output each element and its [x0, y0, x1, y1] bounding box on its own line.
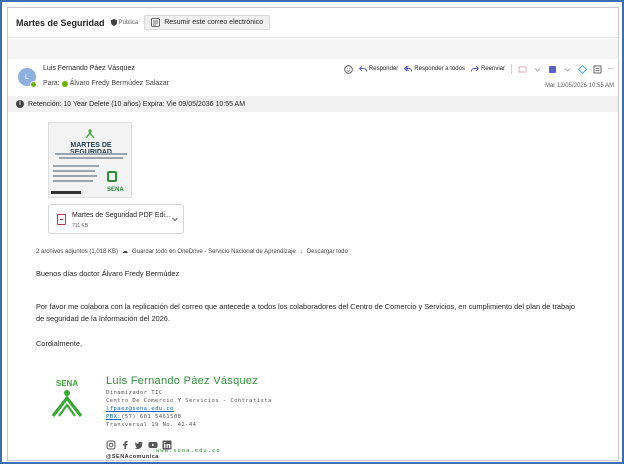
visibility-text: Pública [118, 19, 139, 26]
forward-icon [471, 65, 479, 72]
summary-icon [151, 18, 161, 27]
recipient-line: Para: Álvaro Fredy Bermúdez Salazar [43, 80, 169, 87]
shield-icon [110, 19, 117, 26]
attachment-card[interactable]: Martes de Seguridad PDF Edi... 711 KB [48, 204, 184, 234]
thumbnail-brand: SENA [107, 187, 124, 193]
attachment-size: 711 KB [72, 223, 89, 229]
signature-phone-line: PBX:(57) 601 5461500 [106, 414, 181, 420]
attachments-summary-bar: 2 archivos adjuntos (1,018 KB) ☁ Guardar… [36, 248, 348, 256]
signature-name: Luis Fernando Páez Vásquez [106, 375, 259, 387]
signature-website[interactable]: www.sena.edu.co [156, 448, 221, 454]
thumbnail-text-line [59, 157, 123, 159]
reply-label: Responder [368, 66, 399, 72]
reply-icon [358, 65, 367, 72]
forward-button[interactable]: Reenviar [471, 65, 505, 73]
summarize-button[interactable]: Resumir este correo electrónico [144, 15, 271, 30]
more-actions-button[interactable]: ··· [608, 66, 614, 72]
instagram-icon[interactable] [106, 440, 116, 450]
chevron-down-icon[interactable] [563, 65, 572, 74]
greeting: Buenos días doctor Álvaro Fredy Bermúdez [36, 269, 180, 278]
thumbnail-text-line [53, 165, 99, 167]
thumbnail-text-line [53, 170, 95, 172]
message-actions: Responder Responder a todos Reenviar ··· [344, 64, 614, 74]
to-prefix: Para: [43, 80, 60, 87]
signature-pbx-value: (57) 601 5461500 [121, 414, 182, 420]
toolbar-divider [511, 64, 512, 74]
reply-all-button[interactable]: Responder a todos [404, 65, 465, 73]
header-gap [8, 39, 618, 59]
sena-logo: SENA [51, 379, 83, 417]
reply-button[interactable]: Responder [358, 65, 399, 73]
email-reading-pane: Martes de Seguridad Pública Resumir este… [7, 7, 619, 461]
facebook-icon[interactable] [120, 440, 130, 450]
presence-indicator [30, 81, 37, 88]
reply-all-icon [404, 65, 413, 72]
signature-email-line: lfpaez@sena.edu.co [106, 406, 174, 412]
recipient-presence-icon [61, 80, 68, 87]
visibility-label: Pública [110, 19, 139, 26]
save-to-onedrive-link[interactable]: Guardar todo en OneDrive - Servicio Naci… [132, 249, 296, 255]
twitter-icon[interactable] [134, 440, 144, 450]
body-paragraph-line-1: Por favor me colabora con la replicación… [36, 302, 575, 311]
body-paragraph-line-2: de seguridad de la Información del 2026. [36, 314, 170, 323]
attachment-name: Martes de Seguridad PDF Edi... [72, 212, 171, 219]
cloud-icon: ☁ [122, 249, 129, 255]
closing: Cordialmente, [36, 339, 83, 348]
thumbnail-text-line [55, 153, 127, 155]
signature-email-link[interactable]: lfpaez@sena.edu.co [106, 406, 174, 412]
download-icon: ↓ [299, 248, 303, 255]
social-handle: @SENAcomunica [106, 454, 159, 460]
retention-text: Retención: 10 Year Delete (10 años) Expi… [28, 100, 246, 108]
sena-logo-text: SENA [56, 379, 78, 388]
teams-icon[interactable] [548, 65, 557, 74]
message-date: Mar 12/05/2026 10:55 AM [544, 83, 614, 89]
download-all-link[interactable]: Descargar todo [307, 249, 348, 255]
lock-icon [107, 171, 117, 182]
forward-label: Reenviar [480, 66, 505, 72]
retention-banner: i Retención: 10 Year Delete (10 años) Ex… [8, 96, 618, 112]
subject-bar: Martes de Seguridad Pública Resumir este… [8, 8, 618, 38]
chevron-down-icon[interactable] [533, 65, 542, 74]
immersive-reader-icon[interactable] [593, 65, 602, 74]
reply-all-label: Responder a todos [414, 66, 465, 72]
signature-address: Transversal 19 No. 42-44 [106, 422, 197, 428]
sena-logo-icon [85, 129, 95, 139]
chevron-down-icon[interactable] [171, 215, 179, 223]
summarize-label: Resumir este correo electrónico [164, 19, 264, 26]
signature-role: Dinamizador TIC [106, 390, 163, 396]
emoji-icon[interactable] [344, 64, 353, 74]
screenshot-frame: Martes de Seguridad Pública Resumir este… [0, 0, 624, 464]
thumbnail-text-line [53, 175, 97, 177]
signature-pbx-label[interactable]: PBX: [106, 414, 121, 420]
signature-center: Centro De Comercio Y Servicios - Contrat… [106, 398, 272, 404]
addin-icon[interactable] [578, 64, 587, 74]
thumbnail-text-line [53, 180, 93, 182]
recipient-name[interactable]: Álvaro Fredy Bermúdez Salazar [70, 80, 169, 87]
info-icon: i [16, 100, 24, 108]
sender-name[interactable]: Luis Fernando Páez Vásquez [43, 65, 135, 72]
attachments-count: 2 archivos adjuntos (1,018 KB) [36, 248, 119, 255]
email-subject: Martes de Seguridad [16, 17, 105, 28]
tag-icon[interactable] [518, 65, 527, 74]
sender-row: L Luis Fernando Páez Vásquez Para: Álvar… [8, 60, 618, 96]
pdf-icon [57, 214, 66, 225]
thumbnail-footer-bar [51, 191, 81, 194]
attachment-preview-thumbnail[interactable]: MARTES DE SEGURIDAD SENA [48, 122, 132, 198]
